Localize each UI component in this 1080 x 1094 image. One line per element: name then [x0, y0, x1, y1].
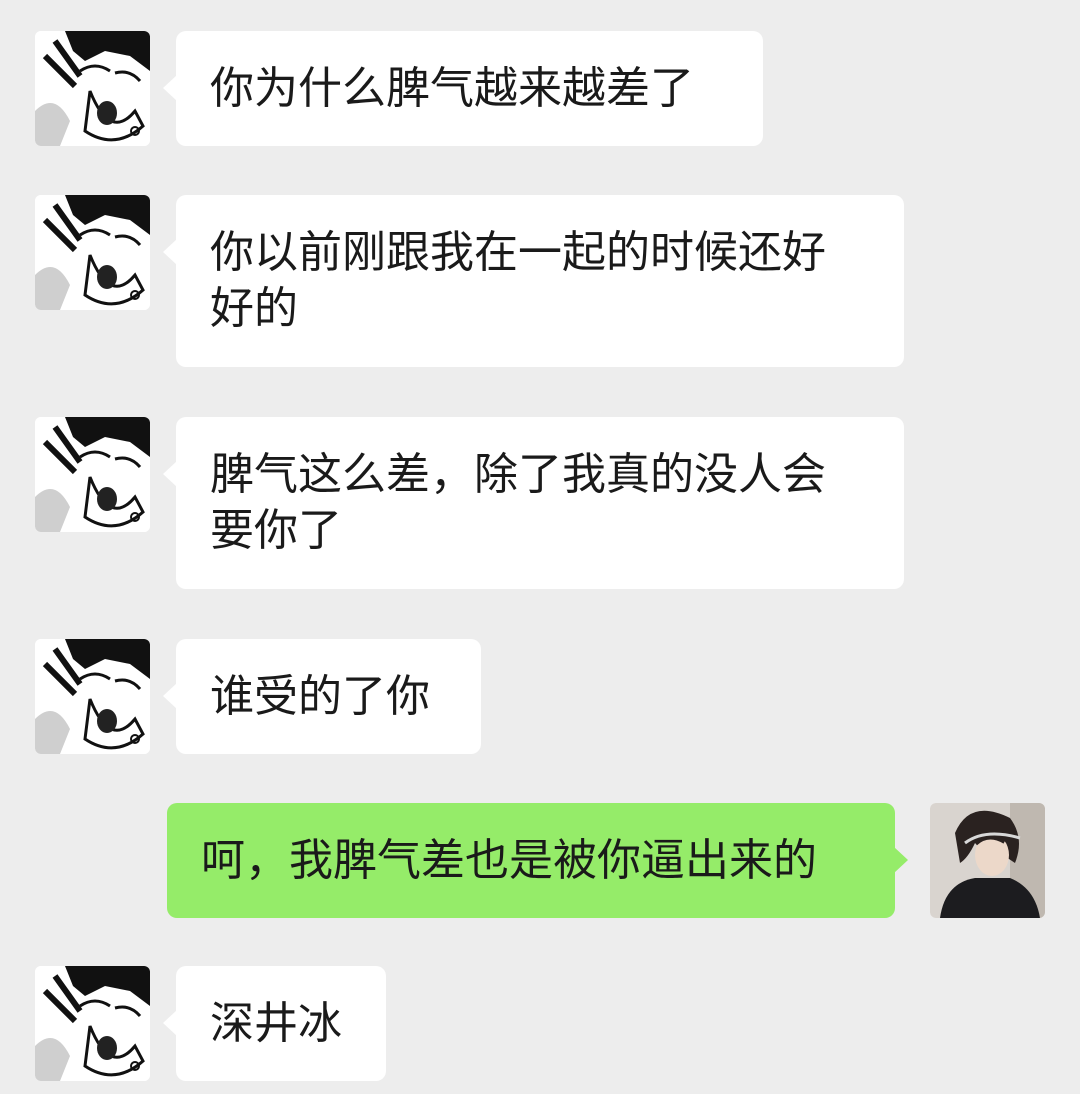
chat-area: 你为什么脾气越来越差了 你以前刚跟我在一起的时候还好 好的 脾气这么差，除了我真…	[0, 0, 1080, 1094]
contact-avatar-icon[interactable]	[35, 639, 150, 754]
user-avatar-icon[interactable]	[930, 803, 1045, 918]
message-bubble[interactable]: 你为什么脾气越来越差了	[163, 31, 763, 146]
manga-character-avatar-icon	[35, 639, 150, 754]
manga-character-avatar-icon	[35, 195, 150, 310]
manga-character-avatar-icon	[35, 31, 150, 146]
message-bubble-outgoing[interactable]: 呵，我脾气差也是被你逼出来的	[167, 803, 908, 918]
message-bubble[interactable]: 脾气这么差，除了我真的没人会 要你了	[163, 417, 904, 589]
message-bubble[interactable]: 谁受的了你	[163, 639, 481, 754]
message-bubble[interactable]: 深井冰	[163, 966, 386, 1081]
contact-avatar-icon[interactable]	[35, 31, 150, 146]
contact-avatar-icon[interactable]	[35, 966, 150, 1081]
contact-avatar-icon[interactable]	[35, 417, 150, 532]
message-bubble[interactable]: 你以前刚跟我在一起的时候还好 好的	[163, 195, 904, 367]
contact-avatar-icon[interactable]	[35, 195, 150, 310]
manga-character-avatar-icon	[35, 966, 150, 1081]
manga-character-avatar-icon	[35, 417, 150, 532]
girl-photo-avatar-icon	[930, 803, 1045, 918]
